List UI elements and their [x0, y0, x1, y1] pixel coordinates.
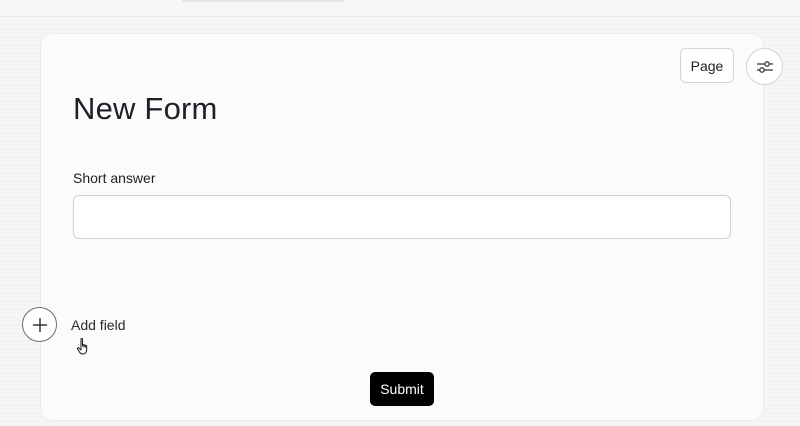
short-answer-label: Short answer	[73, 170, 156, 186]
plus-icon	[32, 317, 47, 332]
browser-top-bar	[0, 0, 800, 17]
add-field-label[interactable]: Add field	[71, 317, 125, 333]
top-tab-indicator	[182, 0, 344, 2]
submit-button[interactable]: Submit	[370, 372, 434, 406]
add-field-button[interactable]	[22, 307, 57, 342]
form-title: New Form	[73, 91, 218, 126]
short-answer-input[interactable]	[73, 195, 731, 239]
page-button[interactable]: Page	[680, 48, 734, 83]
sliders-icon	[756, 60, 773, 73]
hand-pointer-cursor-icon	[76, 338, 88, 355]
settings-button[interactable]	[746, 48, 783, 85]
